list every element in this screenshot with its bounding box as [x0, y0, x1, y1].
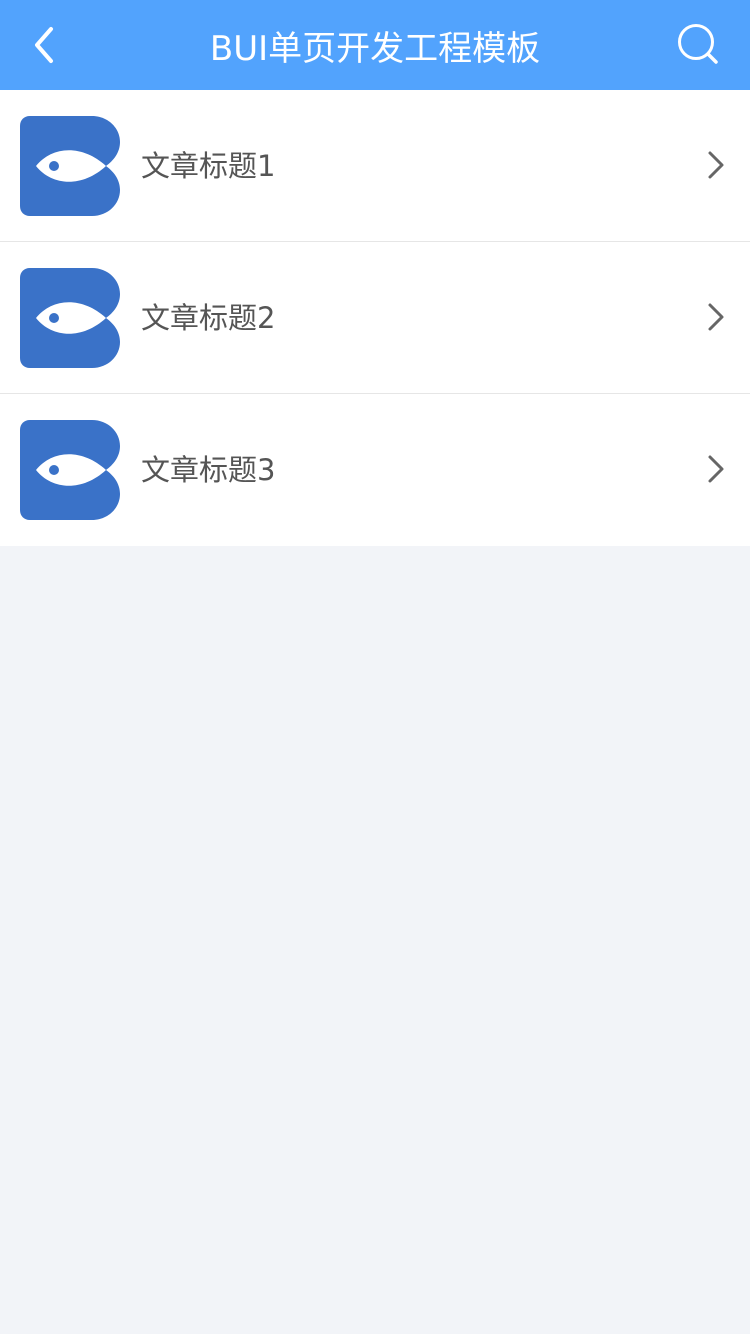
chevron-right-icon — [704, 148, 728, 182]
list-item-title: 文章标题2 — [141, 301, 276, 335]
list-item[interactable]: 文章标题1 — [0, 90, 750, 242]
bui-fish-logo-icon — [20, 268, 120, 368]
app-root: BUI单页开发工程模板 文章标题1 文章标题2 文章标题3 — [0, 0, 750, 1334]
search-button[interactable] — [666, 12, 732, 78]
bui-fish-logo-icon — [20, 420, 120, 520]
chevron-right-icon — [704, 452, 728, 486]
header-bar: BUI单页开发工程模板 — [0, 0, 750, 90]
list-item-title: 文章标题1 — [141, 149, 276, 183]
list-item[interactable]: 文章标题3 — [0, 394, 750, 546]
page-title: BUI单页开发工程模板 — [209, 28, 541, 69]
back-button[interactable] — [14, 15, 74, 75]
chevron-left-icon — [35, 27, 53, 63]
chevron-right-icon — [704, 300, 728, 334]
list-item-title: 文章标题3 — [141, 453, 276, 487]
bui-fish-logo-icon — [20, 116, 120, 216]
article-list: 文章标题1 文章标题2 文章标题3 — [0, 90, 750, 546]
list-item[interactable]: 文章标题2 — [0, 242, 750, 394]
search-icon — [678, 24, 718, 64]
